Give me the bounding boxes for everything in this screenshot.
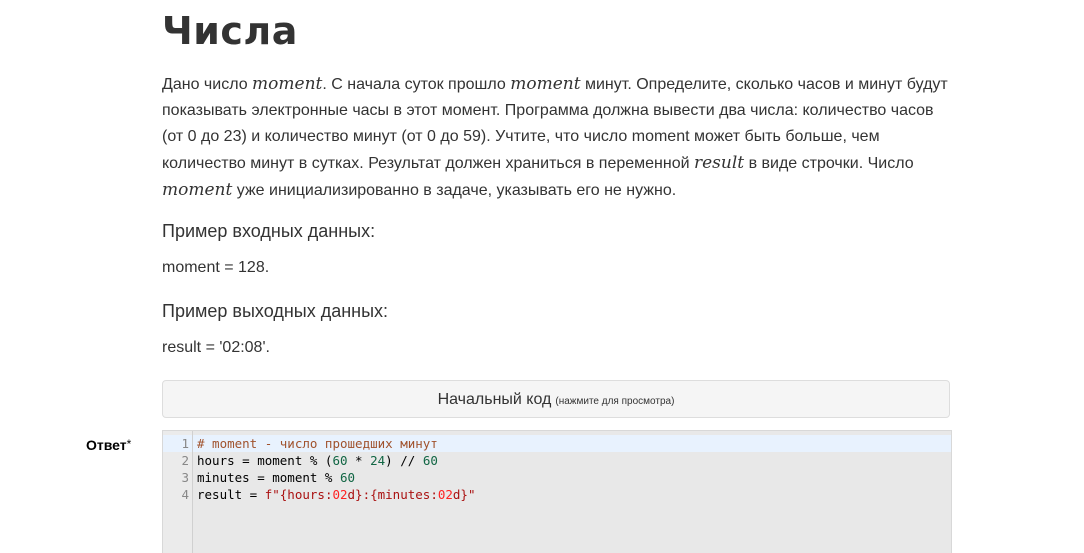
code-line[interactable]: minutes = moment % 60 [193,469,951,486]
code-line-text: result = f"{hours:02d}:{minutes:02d}" [197,486,475,503]
code-line-text: # moment - число прошедших минут [197,435,438,452]
example-input-value: moment = 128. [162,259,270,276]
answer-label: Ответ* [86,437,131,453]
code-editor[interactable]: 1234 # moment - число прошедших минут hou… [162,430,952,553]
math-moment-1: moment [252,74,323,94]
line-number: 2 [181,453,189,468]
code-token: 24 [370,453,386,468]
line-number-gutter: 1 2 3 4 [163,431,193,553]
desc-text-5: уже инициализированно в задаче, указыват… [232,182,677,199]
desc-text-4: в виде строчки. Число [744,155,914,172]
task-description: Дано число moment. С начала суток прошло… [162,71,952,204]
line-number: 4 [181,487,189,502]
code-input-area[interactable]: # moment - число прошедших минут hours = … [193,431,951,553]
line-number: 1 [181,436,189,451]
desc-text-1: Дано число [162,76,253,93]
example-input-heading: Пример входных данных: [162,221,376,241]
required-mark: * [126,437,132,451]
code-line-text: hours = moment % (60 * 24) // 60 [197,452,438,469]
answer-label-text: Ответ [86,437,127,453]
code-token: d}" [452,487,476,502]
code-token: hours = moment % ( [197,453,333,468]
code-token: d}:{minutes: [347,487,438,502]
initial-code-label: Начальный код [437,391,552,408]
code-line[interactable]: hours = moment % (60 * 24) // 60 [193,452,951,469]
example-output-heading: Пример выходных данных: [162,301,389,321]
code-token: 60 [332,453,348,468]
initial-code-hint: (нажмите для просмотра) [555,396,675,407]
code-line[interactable]: result = f"{hours:02d}:{minutes:02d}" [193,486,951,503]
math-moment-2: moment [510,74,581,94]
math-moment-3: moment [162,180,233,200]
code-token: result = [197,487,265,502]
code-token: f"{hours: [264,487,333,502]
page-title: Числа [162,9,298,53]
code-token: * [347,453,371,468]
code-token: minutes = moment % [197,470,340,485]
task-page: Числа Дано число moment. С начала суток … [0,0,1084,553]
code-token: ) // [385,453,423,468]
math-result: result [694,153,745,173]
code-line[interactable]: # moment - число прошедших минут [193,435,951,452]
code-token: 02 [437,487,453,502]
code-token: 02 [332,487,348,502]
code-token: 60 [422,453,438,468]
initial-code-toggle-button[interactable]: Начальный код (нажмите для просмотра) [162,380,950,418]
example-output-value: result = '02:08'. [162,339,270,356]
line-number: 3 [181,470,189,485]
code-line-text: minutes = moment % 60 [197,469,355,486]
code-token: # moment - число прошедших минут [197,436,438,451]
code-token: 60 [340,470,356,485]
desc-text-2: . С начала суток прошло [322,76,511,93]
